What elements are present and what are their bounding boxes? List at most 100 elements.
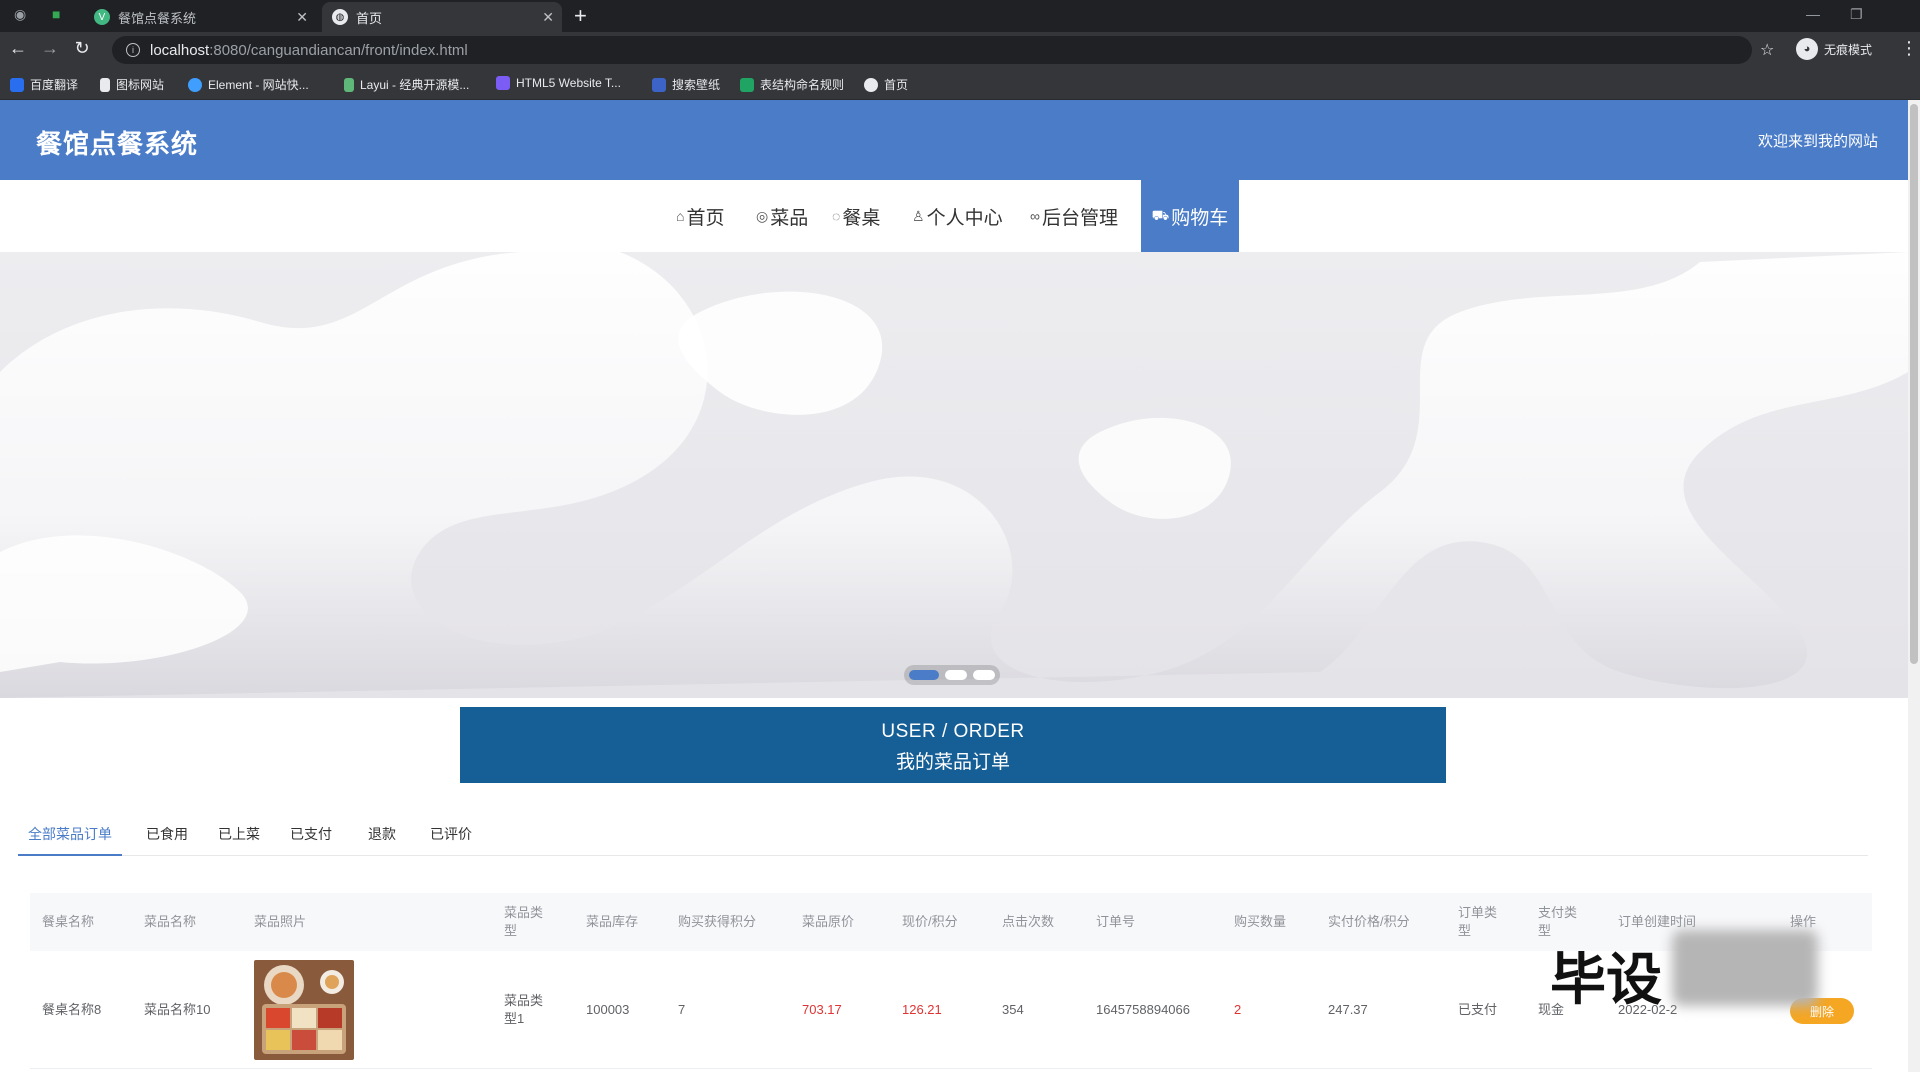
new-tab-icon[interactable]: + (574, 4, 587, 28)
bookmark-label: HTML5 Website T... (516, 76, 621, 90)
cell-stock: 100003 (586, 1002, 630, 1017)
cart-icon: ⛟ (1151, 206, 1170, 223)
page-scrollbar[interactable] (1908, 100, 1920, 1072)
user-icon: ♙ (912, 207, 925, 224)
bookmark-label: 首页 (884, 78, 909, 92)
carousel-dot[interactable] (973, 670, 995, 680)
menu-item-admin[interactable]: ∞ 后台管理 (1020, 180, 1128, 252)
bookmark-label: 百度翻译 (30, 78, 79, 92)
column-header: 现价/积分 (902, 914, 958, 929)
info-icon[interactable]: i (126, 43, 140, 57)
bookmark-label: 表结构命名规则 (760, 78, 845, 92)
cell-paid: 247.37 (1328, 1002, 1368, 1017)
wallpaper-icon (652, 77, 666, 92)
bookmark-label: 图标网站 (116, 78, 165, 92)
column-header: 订单类型 (1458, 905, 1498, 938)
table-icon: ◌ (832, 208, 841, 224)
layui-icon (344, 77, 354, 92)
minimize-icon[interactable]: — (1806, 6, 1820, 22)
translate-icon (10, 77, 24, 92)
cell-original-price: 703.17 (802, 1002, 842, 1017)
menu-label: 餐桌 (842, 207, 881, 229)
tab-reviewed[interactable]: 已评价 (420, 812, 482, 856)
column-header: 实付价格/积分 (1328, 914, 1410, 929)
cell-dish-type: 菜品类型1 (504, 993, 544, 1026)
menu-item-dishes[interactable]: ◎ 菜品 (746, 180, 818, 252)
menu-label: 菜品 (770, 207, 809, 229)
bookmark-label: 搜索壁纸 (672, 78, 721, 92)
scrollbar-thumb[interactable] (1910, 104, 1918, 664)
tab-paid[interactable]: 已支付 (280, 812, 342, 856)
browser-tab-1[interactable]: V 餐馆点餐系统 ✕ (84, 2, 316, 32)
profile-label: 无痕模式 (1824, 42, 1873, 57)
bookmark-item[interactable]: 图标网站 (100, 76, 164, 93)
cell-order-type: 已支付 (1458, 1002, 1498, 1017)
home-icon: ⌂ (676, 208, 685, 224)
menu-label: 后台管理 (1041, 207, 1118, 229)
incognito-profile[interactable]: ◕ 无痕模式 (1796, 38, 1872, 60)
column-header: 菜品照片 (254, 914, 307, 929)
restore-icon[interactable]: ❐ (1850, 6, 1863, 23)
url-input[interactable]: i localhost :8080/canguandiancan/front/i… (112, 36, 1752, 64)
tab-served[interactable]: 已上菜 (208, 812, 270, 856)
column-header: 菜品类型 (504, 905, 544, 938)
bookmark-item[interactable]: Element - 网站快... (188, 76, 309, 93)
tab-refund[interactable]: 退款 (358, 812, 406, 856)
column-header: 购买数量 (1234, 914, 1287, 929)
bookmark-item[interactable]: Layui - 经典开源模... (344, 76, 469, 93)
menu-item-cart[interactable]: ⛟ 购物车 (1141, 180, 1239, 252)
menu-label: 个人中心 (926, 207, 1003, 229)
bookmark-item[interactable]: HTML5 Website T... (496, 76, 621, 90)
carousel-dot[interactable] (945, 670, 967, 680)
cell-clicks: 354 (1002, 1002, 1024, 1017)
cell-points: 7 (678, 1002, 686, 1017)
app-icon[interactable]: ■ (52, 6, 60, 22)
reload-icon[interactable]: ↻ (70, 38, 94, 59)
main-menu: ⌂ 首页 ◎ 菜品 ◌ 餐桌 ♙ 个人中心 ∞ 后台管理 ⛟ 购物车 (0, 180, 1908, 252)
watermark-text: 毕设 (1550, 948, 1662, 1013)
dish-photo[interactable] (254, 960, 354, 1060)
section-title-bar: USER / ORDER 我的菜品订单 (460, 707, 1446, 783)
column-header: 菜品名称 (144, 914, 197, 929)
flag-icon (100, 77, 110, 92)
bookmark-item[interactable]: 搜索壁纸 (652, 76, 720, 93)
bookmarks-bar: 百度翻译 图标网站 Element - 网站快... Layui - 经典开源模… (0, 68, 1920, 100)
menu-item-tables[interactable]: ◌ 餐桌 (822, 180, 890, 252)
section-title-en: USER / ORDER (881, 721, 1025, 742)
browser-tab-2[interactable]: ◍ 首页 ✕ (322, 2, 562, 32)
sheet-icon (740, 77, 754, 92)
section-title-cn: 我的菜品订单 (895, 752, 1010, 773)
column-header: 菜品库存 (586, 914, 639, 929)
globe-icon: ◍ (332, 9, 348, 25)
bookmark-star-icon[interactable]: ☆ (1760, 40, 1774, 60)
cell-quantity: 2 (1234, 1002, 1242, 1017)
menu-item-profile[interactable]: ♙ 个人中心 (902, 180, 1013, 252)
carousel-dot[interactable] (909, 670, 939, 680)
cell-current-price: 126.21 (902, 1002, 942, 1017)
column-header: 餐桌名称 (42, 914, 95, 929)
hero-banner (0, 252, 1908, 698)
menu-item-home[interactable]: ⌂ 首页 (666, 180, 734, 252)
cell-dish-photo (254, 951, 354, 1069)
more-menu-icon[interactable]: ⋮ (1900, 38, 1918, 59)
html5-icon (496, 76, 510, 90)
close-icon[interactable]: ✕ (542, 9, 554, 26)
cell-dish-name: 菜品名称10 (144, 1002, 211, 1017)
bookmark-item[interactable]: 表结构命名规则 (740, 76, 844, 93)
back-icon[interactable]: ← (6, 38, 30, 59)
bookmark-label: Element - 网站快... (208, 78, 309, 92)
tab-eaten[interactable]: 已食用 (136, 812, 198, 856)
close-icon[interactable]: ✕ (296, 9, 308, 26)
forward-icon[interactable]: → (38, 38, 62, 59)
delete-label: 删除 (1809, 1004, 1834, 1019)
column-header: 购买获得积分 (678, 914, 757, 929)
bookmark-item[interactable]: 首页 (864, 76, 908, 93)
bookmark-item[interactable]: 百度翻译 (10, 76, 78, 93)
cell-order-no: 1645758894066 (1096, 1002, 1190, 1017)
globe-icon (864, 77, 878, 92)
browser-menu-icon[interactable]: ◉ (14, 6, 26, 23)
tab-all-orders[interactable]: 全部菜品订单 (18, 812, 122, 856)
banner-abstract-image (0, 252, 1908, 698)
welcome-text: 欢迎来到我的网站 (1757, 133, 1878, 150)
column-header: 订单号 (1096, 914, 1136, 929)
